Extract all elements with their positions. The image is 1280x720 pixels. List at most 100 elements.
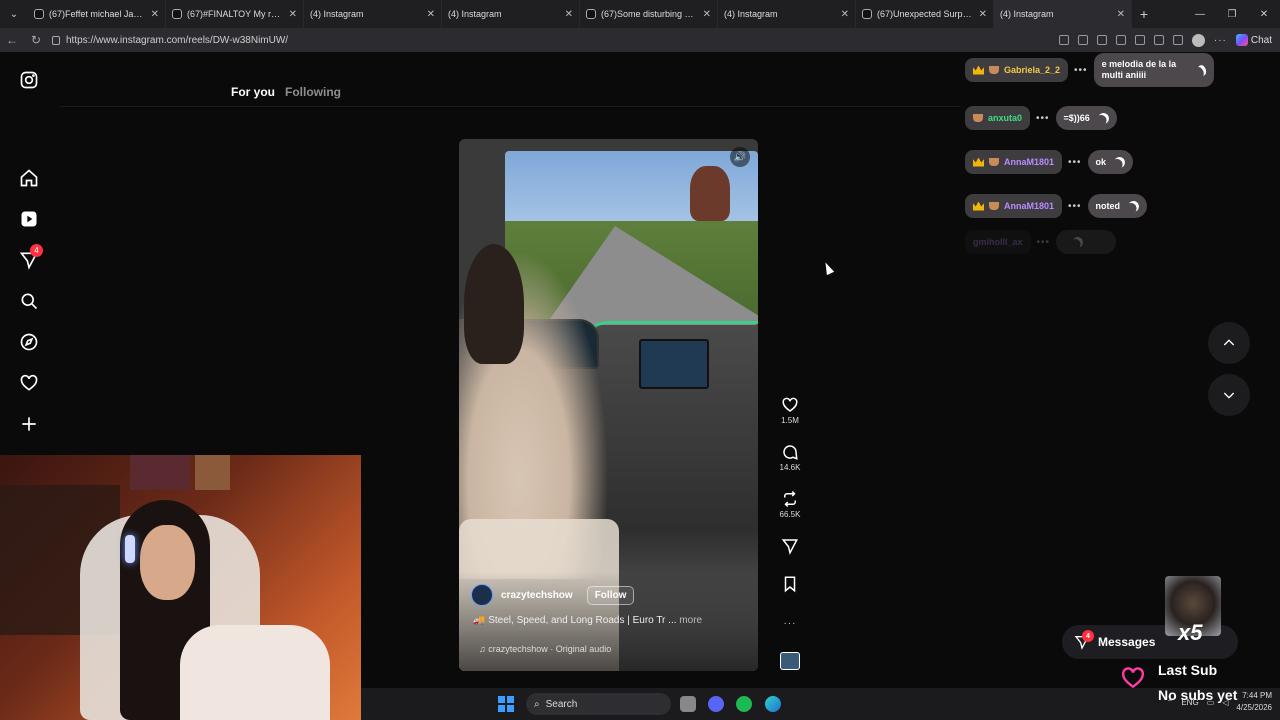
reel-caption[interactable]: 🚚 Steel, Speed, and Long Roads | Euro Tr… — [473, 615, 702, 626]
chat-message: anxuta0 ••• =$))66 — [965, 106, 1117, 130]
file-explorer-icon[interactable] — [680, 696, 696, 712]
repost-button[interactable]: 66.5K — [775, 490, 805, 519]
crown-icon — [973, 65, 984, 75]
screen: ⌄ (67)Feffet michael Jackson 😊✕(67)#FINA… — [0, 0, 1280, 720]
chat-user-pill: gmiholll_ax — [965, 230, 1031, 254]
chat-user-pill: AnnaM1801 — [965, 194, 1063, 218]
copilot-chat-button[interactable]: Chat — [1235, 34, 1272, 46]
close-tab-icon[interactable]: ✕ — [703, 9, 711, 20]
instagram-logo-icon[interactable] — [18, 69, 40, 91]
last-sub-value: No subs yet — [1158, 687, 1238, 703]
create-plus-icon[interactable] — [18, 413, 40, 435]
comment-icon — [783, 445, 798, 460]
more-options-button[interactable]: ··· — [775, 613, 805, 631]
close-window-button[interactable]: ✕ — [1248, 0, 1280, 28]
author-name[interactable]: crazytechshow — [501, 590, 573, 601]
tab-for-you[interactable]: For you — [231, 85, 275, 99]
heart-icon — [782, 397, 798, 412]
moon-icon — [1113, 155, 1127, 169]
webcam-feed — [0, 455, 361, 720]
chat-bubble: =$))66 — [1055, 106, 1117, 130]
back-button[interactable]: ← — [0, 28, 24, 52]
close-tab-icon[interactable]: ✕ — [151, 9, 159, 20]
taskbar-search[interactable]: ⌕ Search — [526, 693, 671, 715]
close-tab-icon[interactable]: ✕ — [979, 9, 987, 20]
url-field[interactable]: https://www.instagram.com/reels/DW-w38Ni… — [52, 30, 1072, 50]
coffee-icon — [973, 114, 983, 122]
explore-icon[interactable] — [18, 331, 40, 353]
close-tab-icon[interactable]: ✕ — [289, 9, 297, 20]
browser-tab[interactable]: (4) Instagram ✕ — [0, 0, 856, 62]
next-reel-button[interactable] — [1208, 374, 1250, 416]
copilot-icon — [1235, 34, 1248, 46]
lock-icon — [52, 35, 60, 45]
maximize-button[interactable]: ❐ — [1216, 0, 1248, 28]
crown-icon — [973, 201, 984, 211]
tab-title: (67)Unexpected Surprise! | T — [877, 9, 974, 19]
apps-icon[interactable] — [1058, 35, 1069, 45]
comment-button[interactable]: 14.6K — [775, 443, 805, 472]
close-tab-icon[interactable]: ✕ — [427, 9, 435, 20]
dots-icon: ••• — [1068, 156, 1082, 168]
more-link[interactable]: more — [679, 615, 702, 626]
chat-message: AnnaM1801 ••• ok — [965, 150, 1134, 174]
search-icon: ⌕ — [534, 698, 540, 710]
reels-icon[interactable] — [18, 208, 40, 230]
repost-icon — [784, 490, 796, 508]
poster — [195, 455, 230, 490]
browser-tab[interactable]: (67)Feffet michael Jackson 😊 ✕ — [28, 0, 166, 28]
close-tab-icon[interactable]: ✕ — [841, 9, 849, 20]
collections-icon[interactable] — [1172, 35, 1183, 45]
split-screen-icon[interactable] — [1134, 35, 1145, 45]
browser-tab[interactable]: (4) Instagram ✕ — [0, 0, 1132, 62]
poster — [130, 455, 190, 490]
spotify-icon[interactable] — [736, 696, 752, 712]
tab-title: (4) Instagram — [448, 9, 502, 19]
browser-tab[interactable]: (67)Unexpected Surprise! | T ✕ — [856, 0, 994, 28]
moon-icon — [1096, 111, 1110, 125]
tab-actions-menu[interactable]: ⌄ — [0, 0, 28, 28]
start-button[interactable] — [498, 696, 514, 712]
heart-outline-icon — [1122, 667, 1144, 689]
share-button[interactable] — [775, 537, 805, 555]
tab-following[interactable]: Following — [285, 85, 341, 99]
new-tab-button[interactable]: + — [1132, 6, 1156, 22]
previous-reel-button[interactable] — [1208, 322, 1250, 364]
favorites-icon[interactable] — [1153, 35, 1164, 45]
tiktok-favicon-icon — [172, 9, 182, 19]
discord-icon[interactable] — [708, 696, 724, 712]
close-tab-icon[interactable]: ✕ — [565, 9, 573, 20]
browser-tab[interactable]: (4) Instagram ✕ — [0, 0, 442, 62]
home-icon[interactable] — [18, 167, 40, 189]
dots-icon: ••• — [1068, 200, 1082, 212]
like-button[interactable]: 1.5M — [775, 396, 805, 425]
volume-icon[interactable]: 🔊 — [730, 147, 750, 167]
refresh-button[interactable]: ↻ — [24, 28, 48, 52]
messages-icon[interactable]: 4 — [18, 244, 43, 271]
edge-icon[interactable] — [765, 696, 781, 712]
multiplier-label: x5 — [1178, 620, 1203, 645]
favorite-star-icon[interactable] — [1096, 35, 1107, 45]
follow-button[interactable]: Follow — [586, 585, 635, 605]
search-icon[interactable] — [18, 290, 40, 312]
author-avatar[interactable] — [471, 584, 493, 606]
extensions-icon[interactable] — [1115, 35, 1126, 45]
audio-thumbnail[interactable] — [775, 652, 805, 670]
save-button[interactable] — [775, 575, 805, 593]
repost-count: 66.5K — [779, 510, 801, 519]
tiktok-favicon-icon — [862, 9, 872, 19]
browser-tab[interactable]: (4) Instagram ✕ — [0, 0, 580, 62]
clock[interactable]: 7:44 PM 4/25/2026 — [1236, 690, 1272, 714]
minimize-button[interactable]: — — [1184, 0, 1216, 28]
profile-avatar[interactable] — [1191, 33, 1205, 47]
more-menu-icon[interactable]: ··· — [1214, 35, 1227, 46]
zoom-icon[interactable] — [1077, 35, 1088, 45]
audio-label[interactable]: ♫ crazytechshow · Original audio — [479, 644, 611, 654]
browser-tab[interactable]: (67)#FINALTOY My romanian ✕ — [166, 0, 304, 28]
reel-video[interactable]: 🔊 crazytechshow Follow 🚚 Steel, Speed, a… — [459, 139, 758, 671]
notifications-heart-icon[interactable] — [18, 372, 40, 394]
close-tab-icon[interactable]: ✕ — [1117, 9, 1125, 20]
monster-figure — [690, 166, 730, 221]
chat-bubble: ok — [1087, 150, 1134, 174]
browser-tab[interactable]: (67)Some disturbing youtub ✕ — [580, 0, 718, 28]
